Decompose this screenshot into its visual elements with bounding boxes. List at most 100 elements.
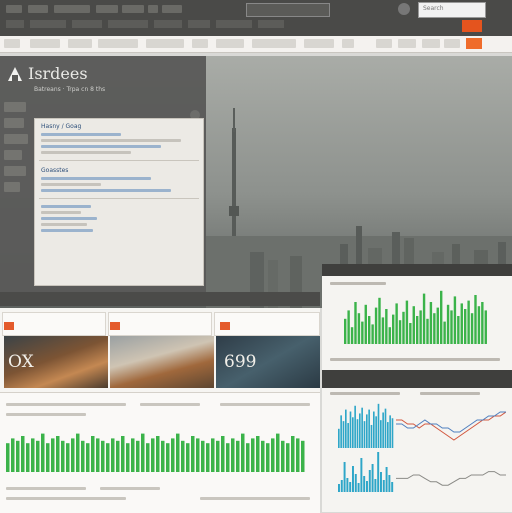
panel-nav [4,102,30,198]
chart-bar [216,440,220,472]
bookmark-5[interactable] [154,20,182,28]
chart-bar [291,436,295,472]
chart-bar [121,436,125,472]
menu-item-1[interactable] [4,39,20,48]
search-input[interactable]: Search [419,3,485,14]
bookmark-4[interactable] [108,20,148,28]
chart-bar [422,293,426,344]
chart-bar [361,407,363,448]
card-2-line [41,189,171,192]
chart-bar [338,484,340,492]
tab-5[interactable] [122,5,144,13]
photo-card-header-1[interactable] [2,312,106,336]
chart-bar [405,300,409,344]
chart-bar [56,436,60,472]
menu-cta-button[interactable] [466,38,482,49]
chart-bar [371,324,374,344]
green-bar-chart [344,290,487,344]
menu-item-10[interactable] [342,39,354,48]
chart-header-bar [322,370,512,388]
chart-bar [101,440,105,472]
card-3[interactable] [35,205,203,232]
mic-icon[interactable] [398,3,410,15]
card-3-line [41,223,87,226]
chart-header-bar [322,264,512,276]
chart-bar [484,310,487,344]
chart-bar [346,478,349,492]
chart-bar [481,302,484,344]
text-line [6,487,86,490]
line-chart [396,471,506,486]
menu-item-2[interactable] [30,39,60,48]
toolbar-action-button[interactable] [462,20,482,32]
chart-bar [380,420,382,448]
tab-4[interactable] [96,5,118,13]
chart-bar [380,472,382,492]
card-1-line [41,139,181,142]
nav-item-5[interactable] [4,166,26,176]
search-box[interactable]: Search [418,2,486,18]
chart-bar [368,409,370,448]
chart-bar [352,417,354,448]
menu-item-11[interactable] [376,39,392,48]
chart-bar [206,443,210,472]
menu-item-3[interactable] [68,39,92,48]
photo-thumbnail-3[interactable]: 699 [216,336,320,388]
card-1[interactable]: Hasny / Goag [35,123,203,154]
tab-7[interactable] [162,5,182,13]
nav-item-3[interactable] [4,134,28,144]
chart-bar [391,418,394,448]
chart-bar [226,443,230,472]
menu-item-12[interactable] [398,39,416,48]
chart-bar [374,307,378,344]
chart-bar [136,440,140,472]
chart-bar [388,327,391,344]
chart-bar [66,443,70,472]
bookmark-6[interactable] [188,20,210,28]
bookmark-8[interactable] [258,20,284,28]
menu-item-6[interactable] [192,39,208,48]
nav-item-1[interactable] [4,102,26,112]
chart-bar [131,438,135,472]
nav-item-4[interactable] [4,150,22,160]
photo-card-header-2[interactable] [108,312,212,336]
tab-2[interactable] [28,5,48,13]
nav-item-6[interactable] [4,182,20,192]
chart-bar [464,309,467,344]
menu-item-14[interactable] [444,39,460,48]
tab-1[interactable] [6,5,22,13]
chart-bar [388,475,391,492]
chart-bar [344,318,347,344]
bookmark-7[interactable] [216,20,252,28]
menu-item-9[interactable] [304,39,334,48]
menu-item-5[interactable] [146,39,184,48]
menu-item-4[interactable] [98,39,138,48]
chart-bar [352,466,354,492]
bookmark-2[interactable] [30,20,66,28]
chart-bar [6,443,10,472]
menu-item-13[interactable] [422,39,440,48]
chart-bar [196,438,200,472]
chart-bar [340,415,342,448]
text-line [100,487,160,490]
address-bar[interactable] [246,3,330,17]
chart-bar [81,440,85,472]
photo-thumbnail-1[interactable]: OX [4,336,108,388]
card-2[interactable]: Goasstes [35,167,203,192]
tab-3[interactable] [54,5,90,13]
chart-bar [281,440,285,472]
chart-bar [116,440,120,472]
chart-bar [477,306,481,344]
nav-item-2[interactable] [4,118,24,128]
hero-footer-strip [0,292,320,306]
chart-bar [241,433,245,472]
bookmark-3[interactable] [72,20,102,28]
bookmark-1[interactable] [6,20,24,28]
menu-item-8[interactable] [252,39,296,48]
chart-bar [385,467,388,492]
menu-item-7[interactable] [216,39,244,48]
photo-caption: 699 [224,352,257,372]
card-3-line [41,217,97,220]
photo-thumbnail-2[interactable] [110,336,214,388]
tab-6[interactable] [148,5,158,13]
